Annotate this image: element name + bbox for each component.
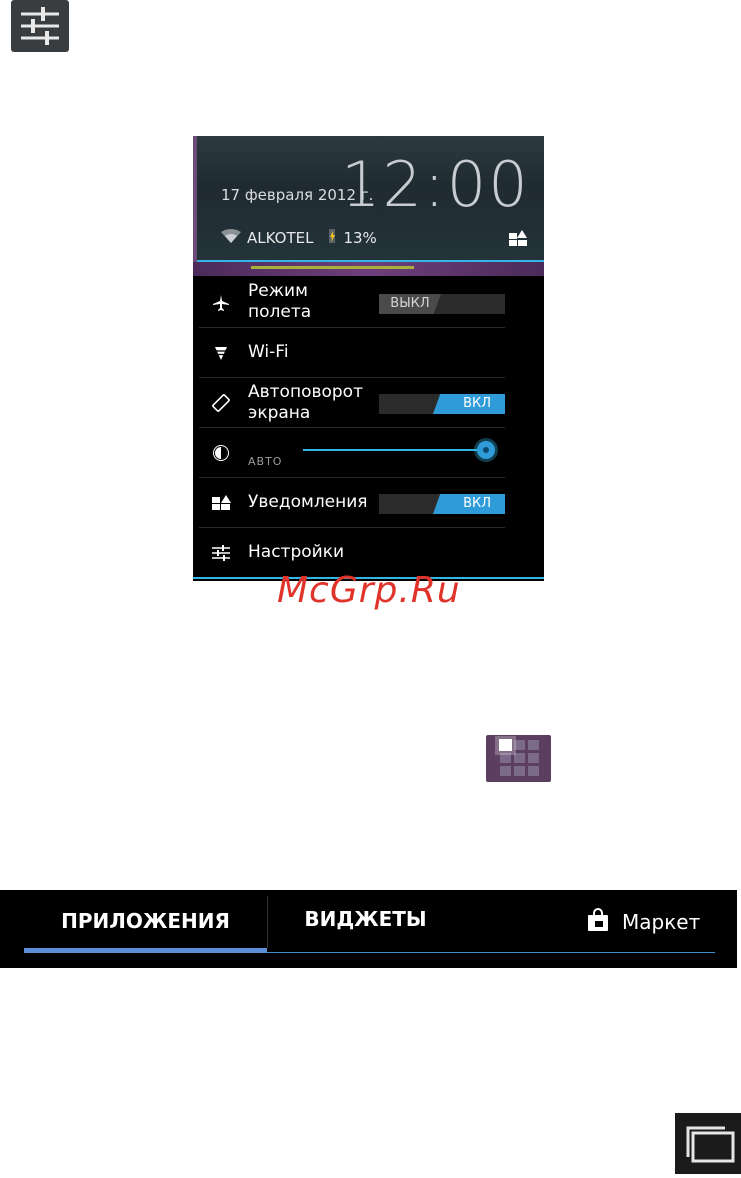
tab-apps[interactable]: ПРИЛОЖЕНИЯ bbox=[24, 890, 267, 952]
toggle-off-label: ВЫКЛ bbox=[379, 294, 441, 314]
market-button[interactable]: Маркет bbox=[586, 906, 700, 938]
brightness-slider[interactable] bbox=[303, 449, 488, 451]
notification-panel: 12:00 17 февраля 2012 г. ALKOTEL 13% Реж… bbox=[193, 136, 544, 581]
carrier-name: ALKOTEL bbox=[247, 229, 314, 247]
airplane-mode-toggle[interactable]: ВЫКЛ bbox=[379, 294, 505, 314]
battery-icon bbox=[327, 228, 337, 248]
airplane-mode-row[interactable]: Режим полета ВЫКЛ bbox=[199, 278, 505, 328]
market-label: Маркет bbox=[622, 910, 701, 934]
settings-label: Настройки bbox=[248, 542, 345, 562]
auto-rotate-row[interactable]: Автоповорот экрана ВКЛ bbox=[199, 378, 505, 428]
wifi-label: Wi-Fi bbox=[248, 342, 289, 362]
notifications-settings-icon[interactable] bbox=[509, 230, 527, 246]
settings-icon bbox=[211, 543, 231, 563]
toggle-on-label: ВКЛ bbox=[433, 494, 505, 514]
notifications-toggle[interactable]: ВКЛ bbox=[379, 494, 505, 514]
auto-rotate-label: Автоповорот экрана bbox=[248, 382, 363, 423]
rotate-icon bbox=[211, 393, 231, 413]
brightness-auto-label[interactable]: АВТО bbox=[248, 455, 282, 468]
wifi-signal-icon bbox=[221, 229, 241, 247]
airplane-mode-label: Режим полета bbox=[248, 281, 312, 322]
recent-apps-icon[interactable] bbox=[675, 1113, 741, 1174]
brightness-icon bbox=[211, 443, 231, 463]
settings-sliders-icon[interactable] bbox=[11, 0, 69, 52]
wallpaper-strip bbox=[193, 262, 544, 276]
app-drawer-tabbar: ПРИЛОЖЕНИЯ ВИДЖЕТЫ Маркет bbox=[0, 890, 737, 968]
tab-apps-indicator bbox=[24, 948, 267, 953]
toggle-on-label: ВКЛ bbox=[433, 394, 505, 414]
wallpaper-edge bbox=[193, 136, 197, 262]
auto-rotate-toggle[interactable]: ВКЛ bbox=[379, 394, 505, 414]
watermark: McGrp.Ru bbox=[277, 570, 461, 611]
tab-widgets[interactable]: ВИДЖЕТЫ bbox=[268, 890, 463, 948]
tabbar-baseline bbox=[267, 952, 715, 953]
brightness-row bbox=[199, 428, 505, 478]
date: 17 февраля 2012 г. bbox=[221, 186, 374, 204]
battery-percent: 13% bbox=[343, 229, 377, 247]
notifications-label: Уведомления bbox=[248, 492, 368, 512]
clock: 12:00 bbox=[341, 148, 530, 221]
shopping-bag-icon bbox=[586, 907, 610, 937]
notifications-row[interactable]: Уведомления ВКЛ bbox=[199, 478, 505, 528]
all-apps-grid-icon[interactable] bbox=[486, 735, 551, 782]
wifi-row[interactable]: Wi-Fi bbox=[199, 328, 505, 378]
status-row: ALKOTEL 13% bbox=[221, 228, 377, 248]
notifications-icon bbox=[211, 493, 231, 513]
brightness-slider-thumb[interactable] bbox=[477, 441, 495, 459]
airplane-icon bbox=[211, 293, 231, 313]
wifi-icon bbox=[211, 343, 231, 363]
